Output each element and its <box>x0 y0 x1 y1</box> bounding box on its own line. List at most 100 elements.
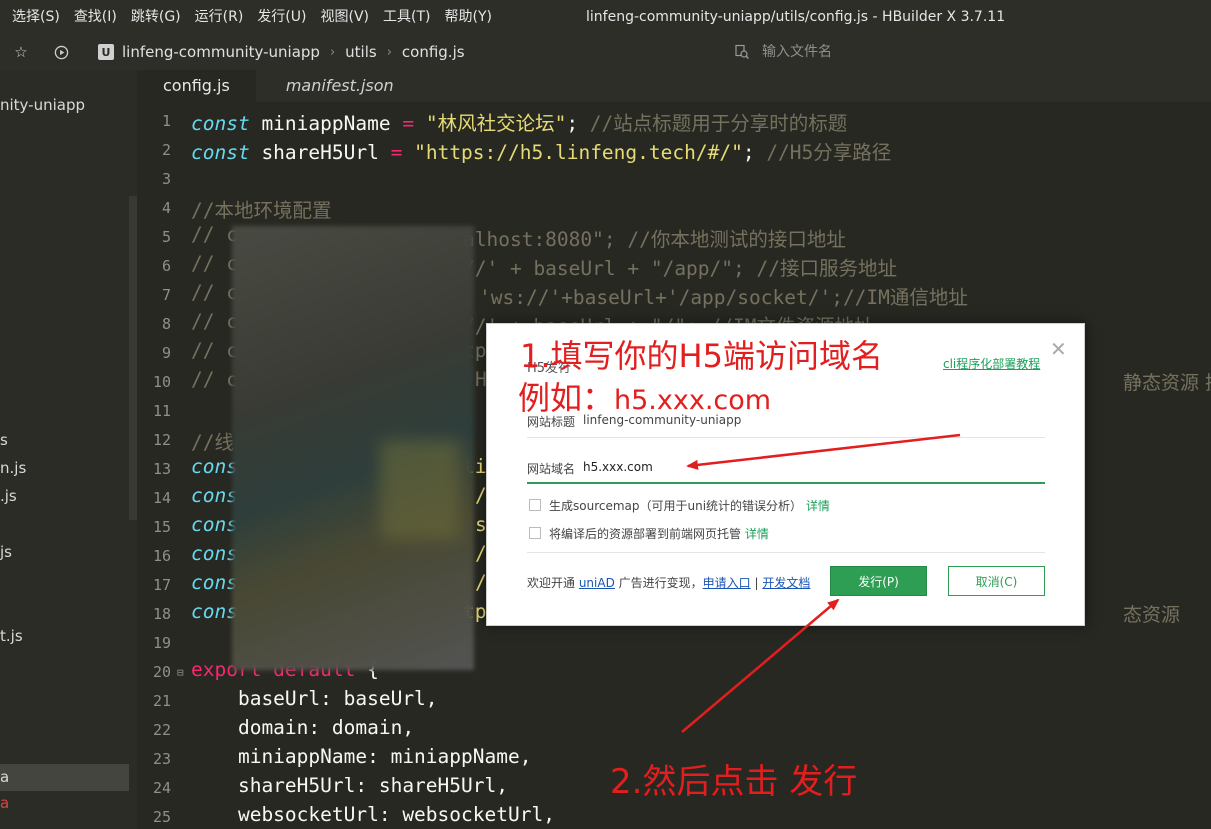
dev-docs-link[interactable]: 开发文档 <box>762 576 810 590</box>
line-number: 7 <box>161 286 171 304</box>
code-line-13: cons li <box>191 455 487 478</box>
line-number: 21 <box>152 692 171 710</box>
editor-tabs: config.js manifest.json <box>137 70 1211 102</box>
line-number: 13 <box>152 460 171 478</box>
file-search-input[interactable] <box>762 44 1062 60</box>
divider <box>527 552 1045 553</box>
annotation-step2: 2.然后点击 发行 <box>610 762 858 802</box>
sourcemap-label: 生成sourcemap（可用于uni统计的错误分析） 详情 <box>549 499 830 513</box>
line-number: 5 <box>161 228 171 246</box>
menu-tools[interactable]: 工具(T) <box>376 0 437 34</box>
line-number: 6 <box>161 257 171 275</box>
line-number: 22 <box>152 721 171 739</box>
sidebar-item[interactable]: n.js <box>0 459 26 477</box>
breadcrumb-folder[interactable]: utils <box>345 43 377 61</box>
site-domain-input[interactable] <box>583 457 1023 477</box>
file-search <box>734 34 1062 70</box>
menu-publish[interactable]: 发行(U) <box>250 0 313 34</box>
sidebar-item[interactable]: a <box>0 794 9 812</box>
menu-help[interactable]: 帮助(Y) <box>437 0 498 34</box>
sidebar-item[interactable]: s <box>0 431 8 449</box>
sidebar-item[interactable]: t.js <box>0 627 23 645</box>
toolbar: ☆ U linfeng-community-uniapp › utils › c… <box>0 34 1211 70</box>
code-line-7: // c'ws://'+baseUrl+'/app/socket/';//IM通… <box>191 281 968 309</box>
deploy-hosting-checkbox[interactable] <box>529 527 541 539</box>
code-line-2: const shareH5Url = "https://h5.linfeng.t… <box>191 141 892 164</box>
menu-run[interactable]: 运行(R) <box>188 0 251 34</box>
line-number: 9 <box>161 344 171 362</box>
annotation-step1-line2: 例如：h5.xxx.com <box>518 379 772 417</box>
code-line-1: const miniappName = "林风社交论坛"; //站点标题用于分享… <box>191 112 848 135</box>
code-line-18: cons tp 态资源 <box>191 600 1181 626</box>
line-number: 15 <box>152 518 171 536</box>
file-search-icon <box>735 44 749 59</box>
code-line-8: // c//' + baseUrl + "/"; //IM文件资源地址 <box>191 310 874 338</box>
dialog-footer-text: 欢迎开通 uniAD 广告进行变现，申请入口 | 开发文档 <box>527 576 811 590</box>
sidebar-scrollbar[interactable] <box>129 196 137 520</box>
code-line-17: cons / <box>191 571 487 594</box>
apply-entry-link[interactable]: 申请入口 <box>703 576 751 590</box>
fold-icon[interactable]: ⊟ <box>177 666 184 679</box>
domain-input-underline <box>527 482 1045 484</box>
blurred-redaction-detail <box>380 440 460 540</box>
line-number: 25 <box>152 808 171 826</box>
code-line-14: cons/" <box>191 484 498 507</box>
menu-select[interactable]: 选择(S) <box>0 0 67 34</box>
code-line-4: //本地环境配置 <box>191 199 332 222</box>
cli-deploy-tutorial-link[interactable]: cli程序化部署教程 <box>943 355 1040 372</box>
line-number: 20 <box>152 663 171 681</box>
line-number: 18 <box>152 605 171 623</box>
divider <box>527 437 1045 438</box>
sidebar-selected-row[interactable] <box>0 764 129 791</box>
chevron-right-icon: › <box>329 44 336 60</box>
code-line-23: miniappName: miniappName, <box>191 745 532 768</box>
line-number: 11 <box>152 402 171 420</box>
code-line-6: // c//' + baseUrl + "/app/"; //接口服务地址 <box>191 252 897 280</box>
star-icon[interactable]: ☆ <box>12 43 30 61</box>
sourcemap-detail-link[interactable]: 详情 <box>806 499 830 513</box>
code-line-22: domain: domain, <box>191 716 415 739</box>
site-domain-label: 网站域名 <box>527 462 576 476</box>
code-line-15: consss <box>191 513 498 536</box>
line-number: 16 <box>152 547 171 565</box>
chevron-right-icon: › <box>386 44 392 60</box>
line-number: 4 <box>161 199 171 217</box>
line-number: 12 <box>152 431 171 449</box>
line-number: 2 <box>161 141 171 159</box>
sourcemap-checkbox[interactable] <box>529 499 541 511</box>
close-icon[interactable]: ✕ <box>1050 339 1067 359</box>
menu-view[interactable]: 视图(V) <box>313 0 376 34</box>
code-line-5: // c alhost:8080"; //你本地测试的接口地址 <box>191 223 846 251</box>
uniad-link[interactable]: uniAD <box>579 576 615 590</box>
line-number: 23 <box>152 750 171 768</box>
sidebar-item[interactable]: .js <box>0 487 17 505</box>
code-line-12: //线 <box>191 431 234 454</box>
menu-goto[interactable]: 跳转(G) <box>124 0 188 34</box>
code-line-9: // c tp <box>191 339 487 362</box>
code-line-16: cons/" <box>191 542 498 565</box>
project-sidebar: nity-uniapp s n.js .js js t.js a a <box>0 70 137 829</box>
line-number: 24 <box>152 779 171 797</box>
code-line-24: shareH5Url: shareH5Url, <box>191 774 508 797</box>
cancel-button[interactable]: 取消(C) <box>948 566 1045 596</box>
deploy-detail-link[interactable]: 详情 <box>745 527 769 541</box>
code-line-10: // cH静态资源 换 <box>191 368 1211 394</box>
line-number: 8 <box>161 315 171 333</box>
line-number: 10 <box>152 373 171 391</box>
tab-config-js[interactable]: config.js <box>137 70 256 102</box>
line-number: 14 <box>152 489 171 507</box>
run-icon[interactable] <box>52 43 70 61</box>
publish-button[interactable]: 发行(P) <box>830 566 927 596</box>
sidebar-item[interactable]: js <box>0 543 12 561</box>
code-line-21: baseUrl: baseUrl, <box>191 687 438 710</box>
sidebar-item[interactable]: a <box>0 768 9 786</box>
breadcrumb-file[interactable]: config.js <box>402 43 465 61</box>
line-gutter: 1 2 3 4 5 6 7 8 9 10 11 12 13 14 15 16 1… <box>137 102 187 829</box>
line-number: 3 <box>161 170 171 188</box>
tab-manifest-json[interactable]: manifest.json <box>256 70 420 102</box>
breadcrumb-project[interactable]: linfeng-community-uniapp <box>122 43 320 61</box>
sidebar-item-project[interactable]: nity-uniapp <box>0 96 85 114</box>
menu-bar: 选择(S) 查找(I) 跳转(G) 运行(R) 发行(U) 视图(V) 工具(T… <box>0 0 1211 34</box>
menu-find[interactable]: 查找(I) <box>67 0 124 34</box>
line-number: 17 <box>152 576 171 594</box>
